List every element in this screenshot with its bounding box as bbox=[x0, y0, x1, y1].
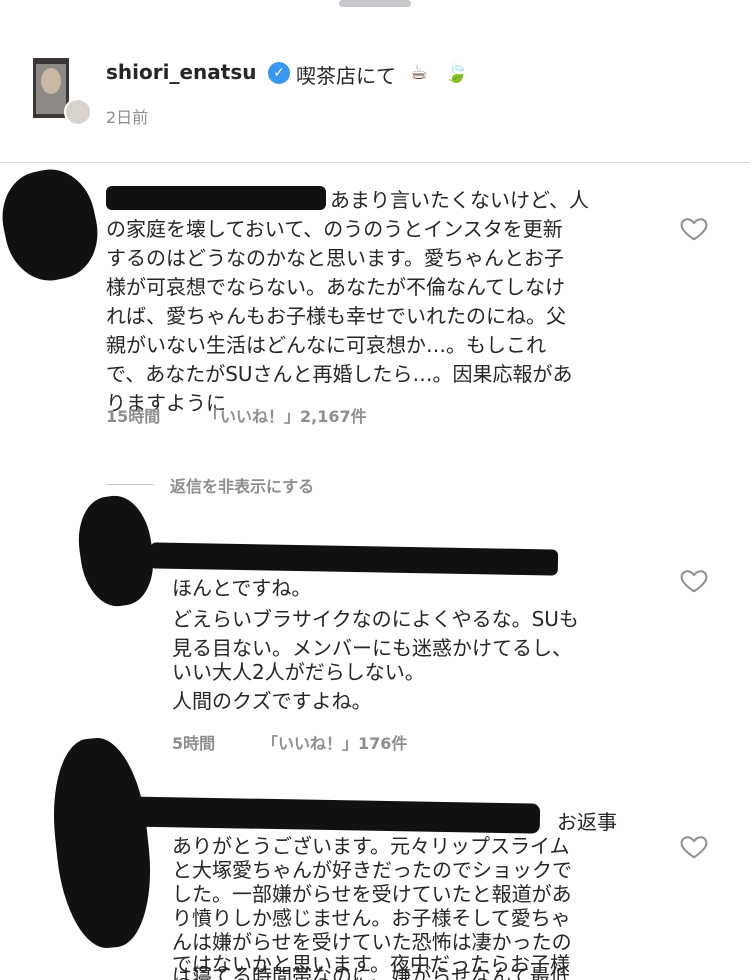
post-header: shiori_enatsu ✓ 喫茶店にて ☕ 🍃 2日前 bbox=[0, 0, 750, 163]
redacted-username bbox=[119, 796, 541, 834]
comment-time: 5時間 bbox=[172, 734, 216, 753]
comment-likes[interactable]: 「いいね！」176件 bbox=[262, 730, 407, 754]
comment-text: 親がいない生活はどんなに可哀想か…。もしこれ bbox=[106, 333, 546, 357]
post-timestamp: 2日前 bbox=[106, 108, 149, 127]
redacted-username bbox=[149, 542, 559, 576]
redacted-avatar bbox=[72, 491, 160, 611]
comment-text: あまり言いたくないけど、人 bbox=[330, 188, 589, 212]
hide-replies-divider bbox=[106, 484, 154, 485]
comment-text: するのはどうなのかなと思います。愛ちゃんとお子 bbox=[106, 246, 564, 270]
post-caption: 喫茶店にて bbox=[296, 64, 396, 88]
comment-text: 様が可哀想でならない。あなたが不倫なんてしなけ bbox=[106, 275, 565, 299]
secondary-avatar bbox=[64, 98, 92, 126]
comment-text: ほんとですね。 bbox=[172, 576, 312, 600]
comment-text: の家庭を壊しておいて、のうのうとインスタを更新 bbox=[106, 217, 563, 241]
verified-badge-icon: ✓ bbox=[268, 62, 290, 84]
username[interactable]: shiori_enatsu bbox=[106, 60, 256, 84]
redacted-avatar bbox=[0, 161, 107, 289]
redacted-avatar bbox=[45, 733, 159, 953]
comment-likes[interactable]: 「いいね！」2,167件 bbox=[204, 403, 367, 427]
comment-text: は寝てる時間帯なのに、嫌がらせなんて最低 bbox=[172, 964, 570, 980]
comment-text: で、あなたがSUさんと再婚したら…。因果応報があ bbox=[106, 362, 573, 386]
hide-replies-button[interactable]: 返信を非表示にする bbox=[170, 473, 314, 497]
comment-text: れば、愛ちゃんもお子様も幸せでいれたのにね。父 bbox=[106, 304, 566, 328]
heart-outline-icon[interactable] bbox=[679, 831, 709, 861]
heart-outline-icon[interactable] bbox=[679, 213, 709, 243]
heart-outline-icon[interactable] bbox=[679, 565, 709, 595]
coffee-emoji: ☕ bbox=[410, 60, 428, 84]
comment-text: いい大人2人がだらしない。 bbox=[172, 660, 425, 684]
redacted-username bbox=[106, 186, 326, 210]
comment-text: どえらいブラサイクなのによくやるな。SUも bbox=[172, 607, 579, 631]
comment-time: 15時間 bbox=[106, 407, 161, 426]
comment-text: 人間のクズですよね。 bbox=[172, 689, 372, 713]
leaf-emoji: 🍃 bbox=[444, 60, 469, 84]
